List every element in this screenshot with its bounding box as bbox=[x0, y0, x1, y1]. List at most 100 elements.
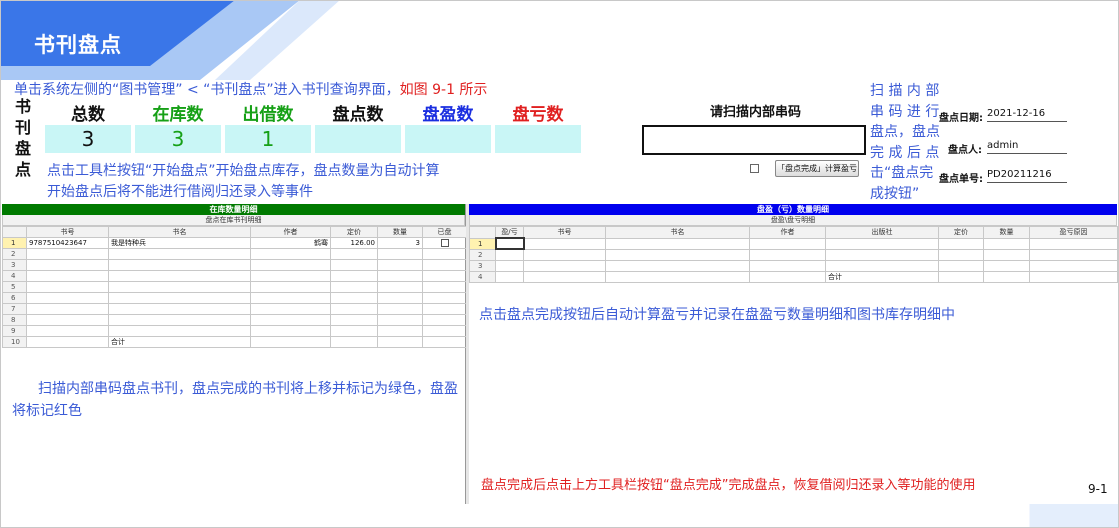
row-number[interactable]: 10 bbox=[2, 336, 27, 348]
table-cell[interactable] bbox=[938, 237, 984, 250]
table-row[interactable]: 4 合计 bbox=[469, 270, 1118, 283]
table-cell[interactable] bbox=[495, 270, 524, 283]
table-cell[interactable] bbox=[1029, 248, 1118, 261]
table-cell[interactable] bbox=[938, 259, 984, 272]
row-number[interactable]: 2 bbox=[469, 248, 496, 261]
table-cell[interactable] bbox=[377, 325, 423, 337]
table-cell[interactable] bbox=[26, 325, 109, 337]
table-cell[interactable] bbox=[108, 314, 251, 326]
table-cell[interactable] bbox=[605, 259, 750, 272]
table-cell[interactable] bbox=[825, 237, 939, 250]
table-cell[interactable] bbox=[108, 270, 251, 282]
table-cell[interactable] bbox=[108, 325, 251, 337]
row-number[interactable]: 4 bbox=[2, 270, 27, 282]
table-row[interactable]: 2 bbox=[2, 248, 467, 260]
table-cell[interactable] bbox=[330, 336, 378, 348]
surplus-column-header[interactable]: 数量 bbox=[983, 226, 1030, 239]
table-cell[interactable] bbox=[605, 237, 750, 250]
counted-checkbox[interactable] bbox=[440, 239, 449, 247]
row-number[interactable]: 6 bbox=[2, 292, 27, 304]
surplus-column-header[interactable]: 出版社 bbox=[825, 226, 939, 239]
table-cell[interactable] bbox=[983, 248, 1030, 261]
table-cell[interactable] bbox=[26, 248, 109, 260]
table-cell[interactable] bbox=[26, 281, 109, 293]
table-cell[interactable] bbox=[330, 292, 378, 304]
table-cell[interactable] bbox=[749, 259, 826, 272]
table-cell[interactable] bbox=[422, 281, 467, 293]
surplus-column-header[interactable]: 作者 bbox=[749, 226, 826, 239]
in-stock-column-header[interactable]: 作者 bbox=[250, 226, 331, 238]
table-cell[interactable] bbox=[422, 325, 467, 337]
table-row[interactable]: 1 9787510423647 我是特种兵 鹤骞 126.00 3 bbox=[2, 237, 467, 249]
table-cell[interactable] bbox=[523, 259, 606, 272]
table-cell[interactable] bbox=[983, 237, 1030, 250]
table-cell[interactable] bbox=[495, 259, 524, 272]
table-cell[interactable] bbox=[422, 270, 467, 282]
table-cell[interactable] bbox=[330, 270, 378, 282]
table-cell[interactable] bbox=[983, 259, 1030, 272]
table-cell[interactable] bbox=[108, 248, 251, 260]
table-cell[interactable] bbox=[330, 303, 378, 315]
table-cell[interactable] bbox=[26, 259, 109, 271]
table-cell[interactable] bbox=[422, 303, 467, 315]
serial-scan-input[interactable] bbox=[642, 125, 866, 155]
table-cell[interactable] bbox=[330, 259, 378, 271]
table-cell[interactable] bbox=[523, 270, 606, 283]
table-cell[interactable] bbox=[330, 248, 378, 260]
surplus-column-header[interactable]: 书名 bbox=[605, 226, 750, 239]
table-cell[interactable] bbox=[250, 292, 331, 304]
surplus-column-header[interactable]: 书号 bbox=[523, 226, 606, 239]
table-cell[interactable] bbox=[330, 314, 378, 326]
table-cell[interactable] bbox=[26, 270, 109, 282]
in-stock-column-header[interactable]: 已盘 bbox=[422, 226, 467, 238]
table-cell[interactable] bbox=[250, 270, 331, 282]
table-cell[interactable]: 3 bbox=[377, 237, 423, 249]
table-cell[interactable] bbox=[422, 259, 467, 271]
table-row[interactable]: 4 bbox=[2, 270, 467, 282]
row-number[interactable]: 3 bbox=[469, 259, 496, 272]
row-number[interactable]: 5 bbox=[2, 281, 27, 293]
table-cell[interactable] bbox=[422, 248, 467, 260]
table-cell[interactable] bbox=[250, 336, 331, 348]
table-cell[interactable] bbox=[605, 248, 750, 261]
table-cell[interactable] bbox=[250, 281, 331, 293]
table-cell[interactable]: 9787510423647 bbox=[26, 237, 109, 249]
row-number[interactable]: 4 bbox=[469, 270, 496, 283]
table-row[interactable]: 3 bbox=[2, 259, 467, 271]
table-row[interactable]: 10 合计 bbox=[2, 336, 467, 348]
scan-checkbox[interactable] bbox=[750, 164, 759, 173]
in-stock-column-header[interactable]: 书名 bbox=[108, 226, 251, 238]
table-cell[interactable] bbox=[330, 325, 378, 337]
table-cell[interactable] bbox=[523, 237, 606, 250]
table-cell[interactable] bbox=[495, 248, 524, 261]
row-number[interactable]: 1 bbox=[2, 237, 27, 249]
table-cell[interactable] bbox=[377, 314, 423, 326]
table-cell[interactable] bbox=[523, 248, 606, 261]
table-cell[interactable] bbox=[938, 248, 984, 261]
table-cell[interactable] bbox=[825, 259, 939, 272]
table-cell[interactable] bbox=[108, 303, 251, 315]
table-row[interactable]: 2 bbox=[469, 248, 1118, 261]
table-cell[interactable] bbox=[1029, 270, 1118, 283]
table-cell[interactable] bbox=[26, 314, 109, 326]
table-cell[interactable] bbox=[108, 259, 251, 271]
table-cell[interactable] bbox=[377, 336, 423, 348]
row-number[interactable]: 9 bbox=[2, 325, 27, 337]
table-cell[interactable] bbox=[250, 314, 331, 326]
table-row[interactable]: 3 bbox=[469, 259, 1118, 272]
table-cell[interactable] bbox=[108, 292, 251, 304]
table-cell[interactable] bbox=[422, 336, 467, 348]
table-cell[interactable] bbox=[749, 248, 826, 261]
table-cell[interactable] bbox=[377, 259, 423, 271]
surplus-column-header[interactable]: 定价 bbox=[938, 226, 984, 239]
table-cell[interactable] bbox=[250, 259, 331, 271]
table-cell[interactable] bbox=[422, 237, 467, 249]
table-cell[interactable] bbox=[26, 336, 109, 348]
in-stock-column-header[interactable]: 定价 bbox=[330, 226, 378, 238]
table-cell[interactable]: 合计 bbox=[825, 270, 939, 283]
table-cell[interactable] bbox=[377, 303, 423, 315]
in-stock-column-header[interactable]: 数量 bbox=[377, 226, 423, 238]
table-cell[interactable] bbox=[377, 292, 423, 304]
table-cell[interactable] bbox=[108, 281, 251, 293]
table-row[interactable]: 9 bbox=[2, 325, 467, 337]
